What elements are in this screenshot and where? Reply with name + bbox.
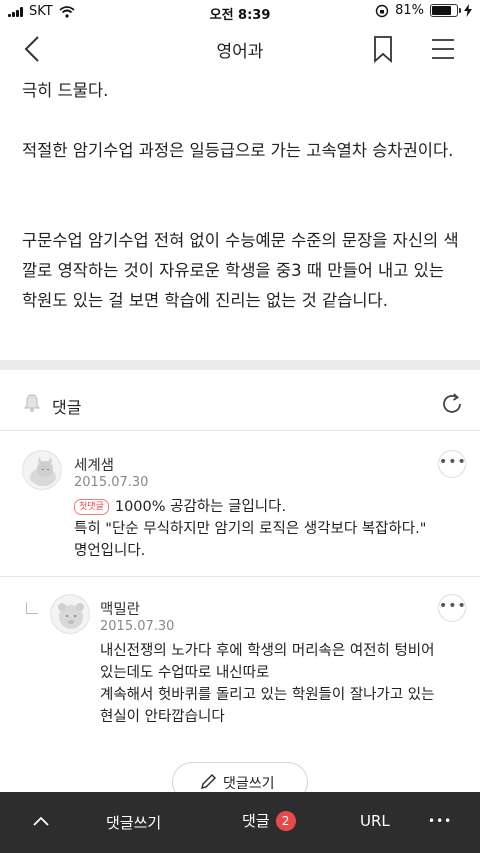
- first-comment-badge: 첫댓글: [74, 499, 109, 515]
- comment-line: 내신전쟁의 노가다 후에 학생의 머리속은 여전히 텅비어: [100, 643, 435, 659]
- section-divider: [0, 360, 480, 370]
- comment-count-badge: 2: [275, 811, 296, 831]
- comment-line: 계속해서 헛바퀴를 돌리고 있는 학원들이 잘나가고 있는: [100, 687, 435, 703]
- more-options-button[interactable]: •••: [438, 450, 466, 478]
- bell-icon[interactable]: [22, 393, 42, 413]
- article-body: 극히 드물다. 적절한 암기수업 과정은 일등급으로 가는 고속열차 승차권이다…: [22, 76, 462, 346]
- url-button[interactable]: URL: [360, 812, 390, 830]
- bottom-toolbar: 댓글쓰기 댓글 2 URL •••: [0, 792, 480, 853]
- page-title: 영어과: [216, 42, 264, 62]
- charging-icon: [464, 4, 472, 17]
- comment-body: 내신전쟁의 노가다 후에 학생의 머리속은 여전히 텅비어 있는데도 수업따로 …: [100, 640, 470, 728]
- battery-icon: [430, 4, 461, 17]
- article-paragraph: 구문수업 암기수업 전혀 없이 수능예문 수준의 문장을 자신의 색깔로 영작하…: [22, 231, 459, 310]
- hamburger-menu-icon[interactable]: [430, 36, 456, 62]
- comment-line: 첫댓글 1000% 공감하는 글입니다.: [74, 496, 464, 518]
- orientation-lock-icon: [375, 4, 389, 17]
- chevron-up-icon[interactable]: [32, 814, 50, 828]
- more-options-button[interactable]: •••: [438, 594, 466, 622]
- comment-date: 2015.07.30: [100, 619, 175, 634]
- comments-title: 댓글: [52, 398, 82, 417]
- comment-author[interactable]: 세계샘: [74, 454, 114, 475]
- refresh-icon[interactable]: [440, 392, 464, 416]
- comment-line: 특히 "단순 무식하지만 암기의 로직은 생각보다 복잡하다.": [74, 521, 427, 537]
- comments-header: 댓글: [0, 380, 480, 428]
- bookmark-icon[interactable]: [370, 34, 396, 64]
- bear-avatar-icon: [58, 603, 84, 629]
- comment-line: 있는데도 수업따로 내신따로: [100, 665, 270, 681]
- battery-percent: 81%: [395, 3, 424, 18]
- comment-line: 현실이 안타깝습니다: [100, 709, 225, 725]
- comment-item: 세계샘 2015.07.30 ••• 첫댓글 1000% 공감하는 글입니다. 특…: [0, 430, 480, 576]
- pencil-icon: [200, 773, 217, 790]
- comment-body: 첫댓글 1000% 공감하는 글입니다. 특히 "단순 무식하지만 암기의 로직은…: [74, 496, 464, 562]
- comments-tab[interactable]: 댓글 2: [242, 810, 296, 831]
- write-comment-tab[interactable]: 댓글쓰기: [106, 812, 161, 833]
- nav-bar: 영어과: [0, 24, 480, 74]
- reply-indicator-icon: [26, 602, 38, 614]
- cat-avatar-icon: [30, 457, 56, 486]
- article-paragraph: 극히 드물다.: [22, 81, 109, 100]
- comment-author[interactable]: 맥밀란: [100, 598, 140, 619]
- comment-item: 맥밀란 2015.07.30 ••• 내신전쟁의 노가다 후에 학생의 머리속은…: [0, 576, 480, 746]
- comment-line: 명언입니다.: [74, 543, 146, 559]
- avatar[interactable]: [22, 450, 62, 490]
- comment-date: 2015.07.30: [74, 475, 149, 490]
- more-icon[interactable]: •••: [428, 814, 452, 828]
- avatar[interactable]: [50, 594, 90, 634]
- status-bar: SKT 오전 8:39 81%: [0, 0, 480, 24]
- article-paragraph: 적절한 암기수업 과정은 일등급으로 가는 고속열차 승차권이다.: [22, 141, 454, 160]
